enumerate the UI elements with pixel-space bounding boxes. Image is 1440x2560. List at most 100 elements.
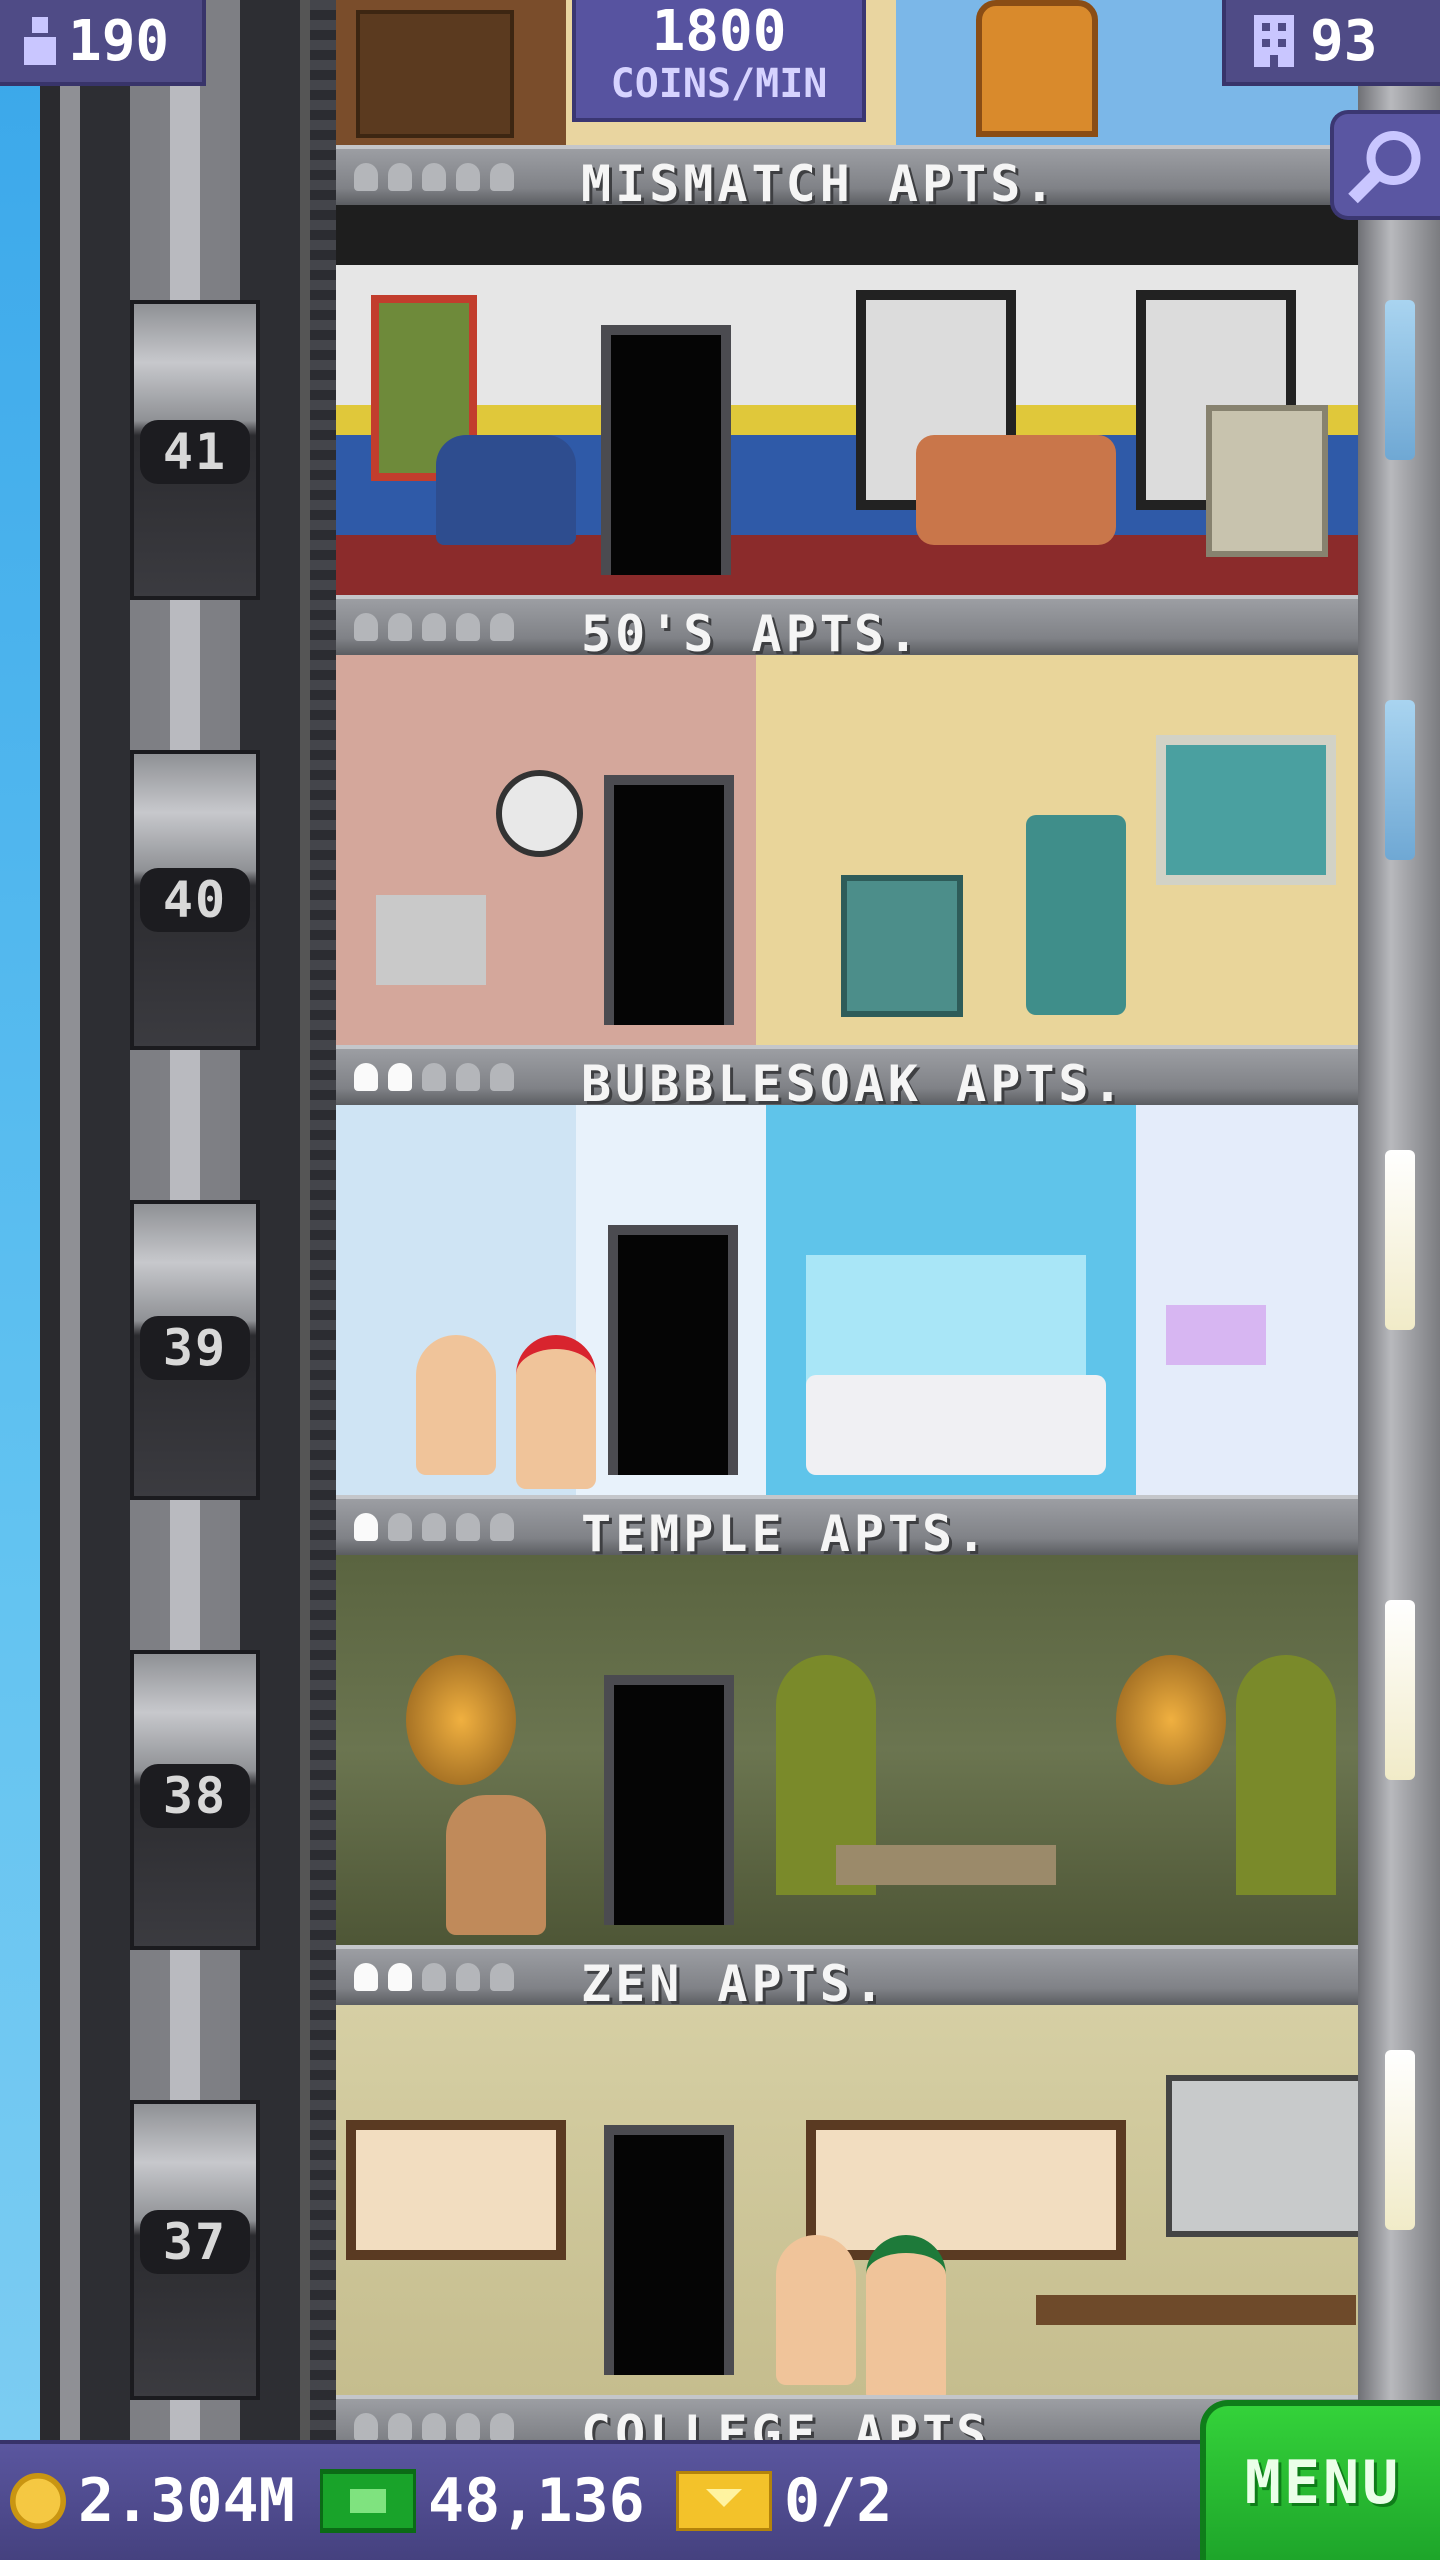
population-value: 190 — [68, 8, 170, 74]
ticket-icon — [676, 2471, 772, 2531]
person-icon — [388, 2413, 412, 2441]
bathtub-sprite — [806, 1375, 1106, 1475]
person-icon — [388, 1063, 412, 1091]
person-icon — [388, 1513, 412, 1541]
bitizen-sprite[interactable] — [866, 2235, 946, 2395]
floor-label-bar: 50'S APTS. — [336, 595, 1358, 663]
room-door — [604, 775, 734, 1025]
room-bubblesoak — [336, 1105, 1358, 1495]
person-icon — [422, 613, 446, 641]
computer-sprite — [1206, 405, 1328, 557]
coins-rate-unit: COINS/MIN — [610, 61, 828, 107]
person-icon — [422, 2413, 446, 2441]
person-icon — [24, 17, 56, 65]
tickets-balance[interactable]: 0/2 — [676, 2466, 892, 2536]
bux-icon — [320, 2469, 416, 2533]
tower-window — [1385, 2050, 1415, 2230]
fridge-sprite — [1166, 2075, 1358, 2237]
floor-label-bar: MISMATCH APTS. — [336, 145, 1358, 213]
person-icon — [490, 1963, 514, 1991]
person-icon — [456, 613, 480, 641]
person-icon — [456, 1063, 480, 1091]
occupancy-pips — [354, 1063, 514, 1091]
shaft-divider — [310, 0, 336, 2440]
person-icon — [456, 2413, 480, 2441]
tower-window — [1385, 300, 1415, 460]
person-icon — [422, 1963, 446, 1991]
bitizen-sprite[interactable] — [446, 1795, 546, 1935]
room-50s — [336, 655, 1358, 1045]
floor-number-41: 41 — [140, 420, 250, 484]
person-icon — [354, 1963, 378, 1991]
floor-number-40: 40 — [140, 868, 250, 932]
person-icon — [490, 1513, 514, 1541]
search-icon — [1348, 131, 1421, 204]
floors-counter[interactable]: 93 — [1222, 0, 1440, 86]
building-icon — [1254, 15, 1294, 67]
floor-label-bar: ZEN APTS. — [336, 1945, 1358, 2013]
person-icon — [422, 1513, 446, 1541]
person-icon — [456, 1963, 480, 1991]
room-door — [601, 325, 731, 575]
occupancy-pips — [354, 1963, 514, 1991]
person-icon — [422, 1063, 446, 1091]
room-zen — [336, 2005, 1358, 2395]
coins-balance[interactable]: 2.304M — [10, 2466, 295, 2536]
window-sprite — [1156, 735, 1336, 885]
armchair-sprite — [436, 435, 576, 545]
person-icon — [354, 1063, 378, 1091]
tickets-value: 0/2 — [784, 2466, 893, 2536]
floor-number-37: 37 — [140, 2210, 250, 2274]
bitizen-sprite[interactable] — [516, 1335, 596, 1489]
bitizen-sprite[interactable] — [776, 2235, 856, 2385]
tower-window — [1385, 700, 1415, 860]
person-icon — [354, 2413, 378, 2441]
fridge-sprite — [1026, 815, 1126, 1015]
coins-value: 2.304M — [78, 2466, 295, 2536]
room-temple — [336, 1555, 1358, 1945]
floor-label-bar: TEMPLE APTS. — [336, 1495, 1358, 1563]
floor-number-38: 38 — [140, 1764, 250, 1828]
occupancy-pips — [354, 2413, 514, 2441]
window-sprite — [806, 2120, 1126, 2260]
person-icon — [354, 613, 378, 641]
floors-value: 93 — [1310, 8, 1378, 74]
sofa-sprite — [916, 435, 1116, 545]
occupancy-pips — [354, 163, 514, 191]
person-icon — [490, 1063, 514, 1091]
search-button[interactable] — [1330, 110, 1440, 220]
idol-head-sprite — [406, 1655, 516, 1785]
coins-per-minute: 1800 COINS/MIN — [572, 0, 866, 122]
idol-head-sprite — [1116, 1655, 1226, 1785]
table-sprite — [376, 895, 486, 985]
clock-icon — [496, 770, 583, 857]
population-counter[interactable]: 190 — [0, 0, 206, 86]
coins-rate-value: 1800 — [651, 0, 787, 64]
bitizen-sprite[interactable] — [416, 1335, 496, 1475]
menu-button[interactable]: MENU — [1200, 2400, 1440, 2560]
person-icon — [388, 1963, 412, 1991]
person-icon — [490, 613, 514, 641]
person-icon — [456, 163, 480, 191]
floor-label-bar: BUBBLESOAK APTS. — [336, 1045, 1358, 1113]
person-icon — [422, 163, 446, 191]
person-icon — [490, 163, 514, 191]
floor-number-39: 39 — [140, 1316, 250, 1380]
room-mismatch — [336, 205, 1358, 595]
bux-balance[interactable]: 48,136 — [320, 2466, 645, 2536]
person-icon — [456, 1513, 480, 1541]
occupancy-pips — [354, 1513, 514, 1541]
stove-sprite — [841, 875, 963, 1017]
tower-window — [1385, 1600, 1415, 1780]
bench-sprite — [836, 1845, 1056, 1885]
table-sprite — [1036, 2295, 1356, 2325]
window-sprite — [346, 2120, 566, 2260]
room-door — [608, 1225, 738, 1475]
person-icon — [388, 163, 412, 191]
person-icon — [354, 163, 378, 191]
coin-icon — [10, 2473, 66, 2529]
tower-window — [1385, 1150, 1415, 1330]
person-icon — [354, 1513, 378, 1541]
top-bar: 190 1800 COINS/MIN 93 — [0, 0, 1440, 122]
person-icon — [490, 2413, 514, 2441]
